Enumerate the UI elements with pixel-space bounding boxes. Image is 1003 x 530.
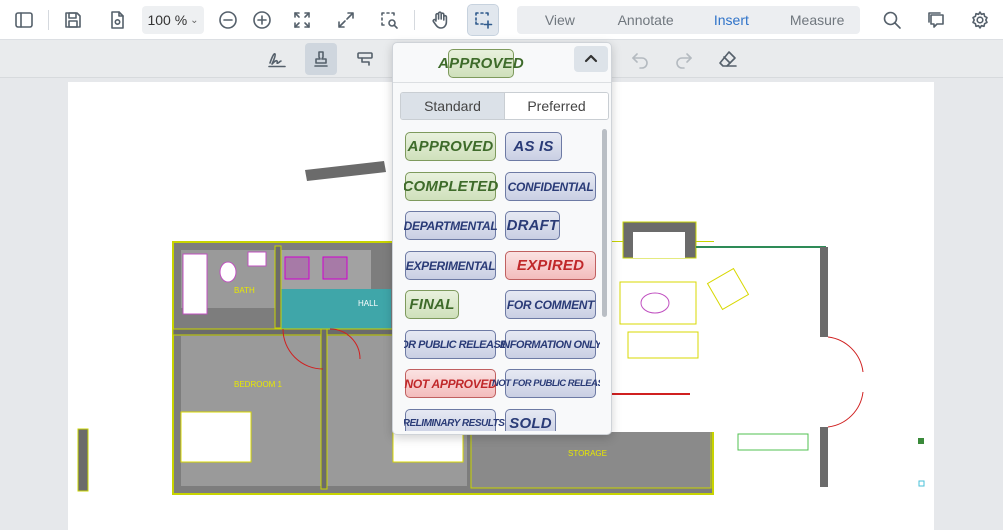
fit-page-button[interactable] — [287, 5, 317, 35]
callout-icon — [357, 52, 373, 66]
stamp-panel: APPROVED Standard Preferred APPROVED AS … — [392, 42, 612, 435]
stamp-departmental[interactable]: DEPARTMENTAL — [404, 211, 498, 240]
stamp-expired[interactable]: EXPIRED — [505, 251, 596, 280]
main-toolbar: 100 % ⌄ View Annotate Insert Measure — [0, 0, 1003, 40]
gear-icon — [972, 11, 988, 29]
select-region-button[interactable] — [467, 4, 499, 36]
eraser-button[interactable] — [712, 43, 744, 75]
tab-preferred[interactable]: Preferred — [504, 93, 608, 119]
zoom-select[interactable]: 100 % ⌄ — [142, 6, 204, 34]
select-region-icon — [475, 12, 493, 29]
sidebar-toggle-button[interactable] — [9, 5, 39, 35]
stamp-approved[interactable]: APPROVED — [405, 132, 496, 161]
document-settings-icon — [111, 11, 124, 29]
zoom-out-icon — [219, 11, 237, 29]
marquee-zoom-icon — [381, 12, 398, 29]
zoom-value: 100 % — [147, 12, 188, 28]
room-label-storage: STORAGE — [568, 449, 607, 458]
callout-tool-button[interactable] — [349, 43, 381, 75]
tab-insert[interactable]: Insert — [689, 6, 775, 34]
stamp-preliminary-results[interactable]: PRELIMINARY RESULTS — [404, 409, 505, 431]
tab-annotate[interactable]: Annotate — [603, 6, 689, 34]
tab-view[interactable]: View — [517, 6, 603, 34]
collapse-panel-button[interactable] — [574, 46, 608, 72]
hand-icon — [432, 11, 448, 29]
signature-icon — [268, 53, 286, 68]
comments-button[interactable] — [921, 5, 951, 35]
marquee-zoom-button[interactable] — [374, 5, 404, 35]
eraser-icon — [719, 51, 737, 67]
save-icon — [65, 12, 81, 28]
stamp-not-for-public-release[interactable]: NOT FOR PUBLIC RELEASE — [492, 369, 600, 398]
room-label-bedroom: BEDROOM 1 — [234, 380, 283, 389]
chevron-up-icon — [584, 54, 598, 63]
settings-button[interactable] — [965, 5, 995, 35]
room-label-bath: BATH — [234, 286, 255, 295]
stamp-icon — [314, 51, 328, 67]
search-button[interactable] — [877, 5, 907, 35]
stamp-information-only[interactable]: INFORMATION ONLY — [500, 330, 600, 359]
undo-button[interactable] — [624, 43, 656, 75]
stamp-draft[interactable]: DRAFT — [505, 211, 560, 240]
expand-icon — [338, 12, 354, 28]
zoom-in-icon — [253, 11, 271, 29]
stamp-completed[interactable]: COMPLETED — [404, 172, 498, 201]
stamp-for-public-release[interactable]: FOR PUBLIC RELEASE — [404, 330, 508, 359]
undo-icon — [632, 53, 648, 69]
comments-icon — [928, 12, 944, 28]
zoom-in-button[interactable] — [247, 5, 277, 35]
sidebar-panel-icon — [15, 12, 33, 28]
stamp-for-comment[interactable]: FOR COMMENT — [505, 290, 596, 319]
stamp-experimental[interactable]: EXPERIMENTAL — [405, 251, 496, 280]
stamp-sold[interactable]: SOLD — [505, 409, 556, 431]
stamp-panel-header: APPROVED — [393, 43, 611, 83]
stamp-tabs: Standard Preferred — [400, 92, 609, 120]
room-label-hall: HALL — [358, 299, 379, 308]
tab-standard[interactable]: Standard — [401, 93, 504, 119]
stamp-list: APPROVED AS IS COMPLETED CONFIDENTIAL DE… — [404, 131, 600, 431]
zoom-out-button[interactable] — [213, 5, 243, 35]
search-icon — [883, 11, 901, 29]
signature-tool-button[interactable] — [261, 43, 293, 75]
export-button[interactable] — [102, 5, 132, 35]
stamp-as-is[interactable]: AS IS — [505, 132, 562, 161]
stamp-final[interactable]: FINAL — [405, 290, 459, 319]
stamp-not-approved[interactable]: NOT APPROVED — [405, 369, 497, 398]
save-button[interactable] — [58, 5, 88, 35]
selected-stamp-preview[interactable]: APPROVED — [438, 49, 524, 78]
fit-page-icon — [294, 12, 310, 28]
chevron-down-icon: ⌄ — [190, 14, 199, 26]
redo-icon — [676, 53, 692, 69]
stamp-tool-button[interactable] — [305, 43, 337, 75]
stamp-list-scrollbar[interactable] — [602, 129, 607, 317]
fit-width-button[interactable] — [331, 5, 361, 35]
mode-tabs: View Annotate Insert Measure — [517, 6, 860, 34]
tab-measure[interactable]: Measure — [774, 6, 860, 34]
pan-tool-button[interactable] — [425, 5, 455, 35]
redo-button[interactable] — [668, 43, 700, 75]
stamp-confidential[interactable]: CONFIDENTIAL — [505, 172, 596, 201]
